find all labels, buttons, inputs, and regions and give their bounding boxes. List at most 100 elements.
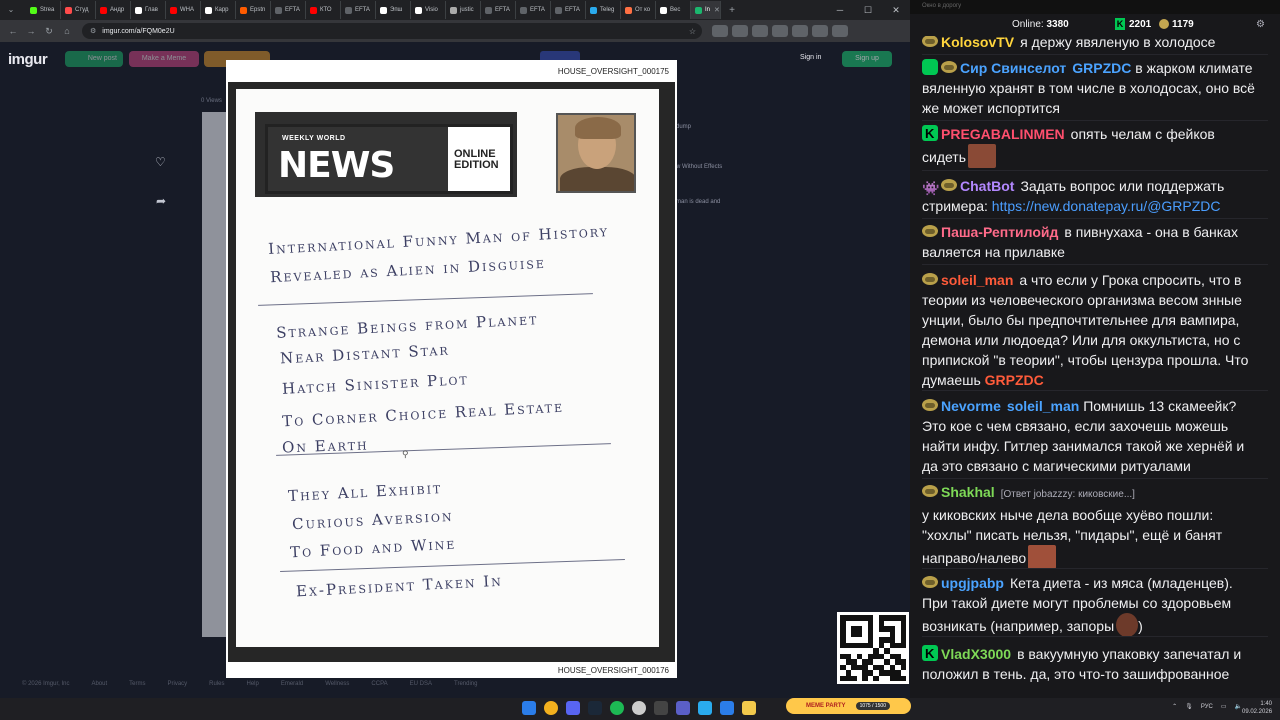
chat-username[interactable]: Nevorme	[941, 398, 1001, 414]
settings-gear-icon[interactable]: ⚙	[1256, 19, 1265, 30]
clock[interactable]: 1:40 09.02.2026	[1242, 700, 1272, 716]
footer-link[interactable]: Terms	[129, 681, 145, 687]
related-post-item[interactable]: w Without Effects	[676, 164, 722, 170]
file-explorer-icon[interactable]	[742, 701, 756, 715]
footer-link[interactable]: Privacy	[167, 681, 187, 687]
handwritten-line: To Corner Choice Real Estate	[281, 397, 565, 431]
tab-search-icon[interactable]: ⌄	[4, 3, 18, 17]
chat-mention[interactable]: GRPZDC	[985, 372, 1044, 388]
minimize-icon[interactable]: ─	[826, 0, 854, 20]
chat-username[interactable]: Shakhal	[941, 484, 995, 500]
chat-username[interactable]: soleil_man	[941, 272, 1013, 288]
masthead-news: NEWS	[278, 145, 395, 186]
chat-stats-bar: Online: 3380 K 2201 1179 ⚙	[910, 14, 1280, 36]
reply-reference[interactable]: [Ответ jobazzzy: киковские...]	[1001, 489, 1135, 500]
share-arrow-icon[interactable]: ➦	[156, 194, 166, 208]
extension-icon[interactable]	[772, 25, 788, 37]
forward-icon[interactable]: →	[22, 26, 40, 36]
footer-link[interactable]: © 2026 Imgur, Inc	[22, 681, 69, 687]
browser-tab[interactable]: EFTA	[551, 1, 586, 19]
browser-tab[interactable]: Глав	[131, 1, 166, 19]
chrome-icon[interactable]	[544, 701, 558, 715]
steam-icon[interactable]	[588, 701, 602, 715]
language-indicator[interactable]: РУС	[1201, 704, 1213, 710]
make-meme-button[interactable]: Make a Meme	[129, 51, 199, 67]
donate-link[interactable]: https://new.donatepay.ru/@GRPZDC	[992, 198, 1221, 214]
extension-icon[interactable]	[732, 25, 748, 37]
bookmark-star-icon[interactable]: ☆	[689, 27, 696, 36]
obs-icon[interactable]	[632, 701, 646, 715]
close-window-icon[interactable]: ✕	[882, 0, 910, 20]
reload-icon[interactable]: ↻	[40, 26, 58, 37]
back-icon[interactable]: ←	[4, 26, 22, 36]
extension-icon[interactable]	[832, 25, 848, 37]
footer-link[interactable]: EU DSA	[410, 681, 432, 687]
tab-label: Андр	[110, 7, 125, 13]
browser-tab[interactable]: EFTA	[516, 1, 551, 19]
browser-tab[interactable]: Вес	[656, 1, 691, 19]
mic-icon[interactable]: 🎙	[1185, 703, 1193, 710]
footer-link[interactable]: Wellness	[325, 681, 349, 687]
spotify-icon[interactable]	[610, 701, 624, 715]
extension-icon[interactable]	[752, 25, 768, 37]
related-post-item[interactable]: man is dead and	[676, 199, 720, 205]
signup-button[interactable]: Sign up	[842, 51, 892, 67]
browser-tab[interactable]: EFTA	[481, 1, 516, 19]
extension-icon[interactable]	[712, 25, 728, 37]
browser-tab[interactable]: WHA	[166, 1, 201, 19]
site-info-icon[interactable]: ⚙	[90, 27, 96, 35]
volume-icon[interactable]: 🔈	[1235, 703, 1242, 710]
chat-mention[interactable]: soleil_man	[1007, 398, 1079, 414]
tray-chevron-icon[interactable]: ⌃	[1172, 703, 1177, 710]
browser-tab[interactable]: Strea	[26, 1, 61, 19]
chat-username[interactable]: VladX3000	[941, 646, 1011, 662]
favorite-heart-icon[interactable]: ♡	[155, 155, 166, 169]
chat-username[interactable]: PREGABALINMEN	[941, 126, 1065, 142]
new-tab-icon[interactable]: +	[725, 5, 739, 16]
close-tab-icon[interactable]: ✕	[714, 6, 720, 14]
browser-tab[interactable]: КТО	[306, 1, 341, 19]
related-post-item[interactable]: dump	[676, 124, 691, 130]
browser-tab[interactable]: EFTA	[271, 1, 306, 19]
browser-tab[interactable]: Teleg	[586, 1, 621, 19]
chat-username[interactable]: ChatBot	[960, 178, 1014, 194]
extension-icon[interactable]	[812, 25, 828, 37]
browser-tab[interactable]: Visio	[411, 1, 446, 19]
browser-tab[interactable]: От ко	[621, 1, 656, 19]
app-icon[interactable]	[676, 701, 690, 715]
discord-icon[interactable]	[566, 701, 580, 715]
chat-username[interactable]: Сир Свинселот	[960, 60, 1066, 76]
chat-username[interactable]: upgjpabp	[941, 575, 1004, 591]
browser-tab[interactable]: Epstn	[236, 1, 271, 19]
windows-start-icon[interactable]	[522, 701, 536, 715]
footer-link[interactable]: Trending	[454, 681, 477, 687]
footer-link[interactable]: Rules	[209, 681, 224, 687]
network-icon[interactable]: ▭	[1221, 703, 1227, 710]
browser-tab[interactable]: Эпш	[376, 1, 411, 19]
address-bar[interactable]: ⚙ imgur.com/a/FQM0e2U ☆	[82, 23, 702, 39]
clock-time: 1:40	[1260, 701, 1272, 707]
browser-tab[interactable]: Карр	[201, 1, 236, 19]
chat-username[interactable]: KolosovTV	[941, 36, 1014, 50]
browser-tab[interactable]: Студ	[61, 1, 96, 19]
maximize-icon[interactable]: ☐	[854, 0, 882, 20]
extension-icon[interactable]	[792, 25, 808, 37]
chat-username[interactable]: Паша-Рептилойд	[941, 224, 1058, 240]
app-icon[interactable]	[654, 701, 668, 715]
browser-tab[interactable]: EFTA	[341, 1, 376, 19]
signin-link[interactable]: Sign in	[800, 54, 821, 61]
footer-link[interactable]: Help	[247, 681, 259, 687]
footer-link[interactable]: About	[91, 681, 107, 687]
browser-tab[interactable]: Андр	[96, 1, 131, 19]
footer-link[interactable]: CCPA	[371, 681, 387, 687]
app-icon[interactable]	[720, 701, 734, 715]
home-icon[interactable]: ⌂	[58, 26, 76, 36]
browser-tab[interactable]: In ✕	[691, 1, 721, 19]
browser-tab[interactable]: justic	[446, 1, 481, 19]
new-post-button[interactable]: New post	[65, 51, 123, 67]
footer-link[interactable]: Emerald	[281, 681, 303, 687]
tab-label: Студ	[75, 7, 89, 13]
telegram-icon[interactable]	[698, 701, 712, 715]
chat-mention[interactable]: GRPZDC	[1072, 60, 1131, 76]
imgur-logo[interactable]: imgur	[8, 51, 48, 68]
